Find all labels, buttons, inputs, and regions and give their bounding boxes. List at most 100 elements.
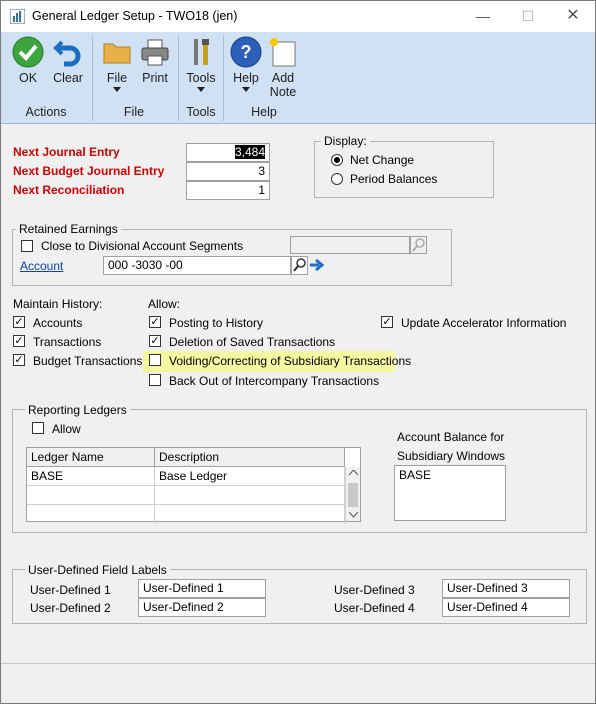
period-balances-radio[interactable] [331,173,343,185]
backout-label: Back Out of Intercompany Transactions [169,374,380,388]
app-icon [10,9,25,24]
ok-button[interactable]: OK [11,36,45,94]
history-budget-checkbox[interactable]: ✓ [13,354,25,366]
print-button[interactable]: Print [138,36,172,94]
description-cell[interactable]: Base Ledger [155,467,345,486]
folder-icon [103,43,131,64]
ledger-name-cell[interactable] [27,486,155,505]
update-accelerator-checkbox[interactable]: ✓ [381,316,393,328]
next-recon-field[interactable]: 1 [186,181,270,200]
grid-scrollbar[interactable] [345,467,360,521]
udf-3-label: User-Defined 3 [334,583,415,597]
description-cell[interactable] [155,505,345,524]
account-balance-caption-2: Subsidiary Windows [397,449,506,463]
group-label-actions: Actions [25,105,67,119]
segment-field [290,236,410,254]
checkmark-icon [12,36,44,68]
scroll-down-icon[interactable] [349,512,358,518]
history-transactions-checkbox[interactable]: ✓ [13,335,25,347]
expansion-arrow-button[interactable] [308,256,325,275]
reporting-allow-label: Allow [52,422,81,436]
voiding-label: Voiding/Correcting of Subsidiary Transac… [169,354,412,368]
add-note-button[interactable]: Add Note [266,36,300,99]
right-arrow-icon [310,258,325,272]
next-budget-field[interactable]: 3 [186,162,270,181]
udf-1-field[interactable]: User-Defined 1 [138,579,266,598]
ribbon: OK Clear File Print Tools ? Help Add Not… [1,32,595,124]
tools-button[interactable]: Tools [184,36,218,94]
display-caption: Display: [321,134,370,148]
ledger-name-header[interactable]: Ledger Name [27,448,155,467]
account-field[interactable]: 000 -3030 -00 [103,256,291,275]
account-balance-caption-1: Account Balance for [397,430,505,444]
ribbon-separator [178,35,179,121]
tools-icon [194,39,209,65]
svg-text:?: ? [241,42,252,62]
close-divisional-checkbox[interactable] [21,240,33,252]
next-journal-label: Next Journal Entry [13,145,120,159]
ledger-name-cell[interactable]: BASE [27,467,155,486]
printer-icon [141,39,169,66]
history-accounts-checkbox[interactable]: ✓ [13,316,25,328]
account-link[interactable]: Account [20,259,63,273]
deletion-saved-checkbox[interactable]: ✓ [149,335,161,347]
undo-arrow-icon [53,40,81,67]
ledger-name-cell[interactable] [27,505,155,524]
group-label-file: File [123,105,145,119]
status-bar [1,663,595,703]
clear-button[interactable]: Clear [52,36,84,94]
next-budget-label: Next Budget Journal Entry [13,164,165,178]
account-lookup-button[interactable] [291,256,308,275]
posting-history-checkbox[interactable]: ✓ [149,316,161,328]
dropdown-arrow-icon [113,87,121,92]
retained-earnings-caption: Retained Earnings [16,222,121,236]
history-budget-label: Budget Transactions [33,354,143,368]
segment-lookup-button [410,236,427,254]
net-change-radio[interactable] [331,154,343,166]
udf-4-field[interactable]: User-Defined 4 [442,598,570,617]
window-title: General Ledger Setup - TWO18 (jen) [32,9,238,23]
udf-2-label: User-Defined 2 [30,601,111,615]
close-divisional-label: Close to Divisional Account Segments [41,239,244,253]
scroll-up-icon[interactable] [349,470,358,476]
file-button[interactable]: File [101,36,133,94]
reporting-ledgers-caption: Reporting Ledgers [25,403,130,417]
group-label-tools: Tools [186,105,216,119]
deletion-saved-label: Deletion of Saved Transactions [169,335,336,349]
description-header[interactable]: Description [155,448,345,467]
lookup-icon [412,238,425,252]
display-frame [314,141,494,198]
udf-caption: User-Defined Field Labels [25,563,170,577]
window: General Ledger Setup - TWO18 (jen) — ☐ ✕… [0,0,596,704]
net-change-label: Net Change [350,153,415,167]
allow-caption: Allow: [148,297,181,311]
account-balance-list[interactable]: BASE [394,465,506,521]
reporting-allow-checkbox[interactable] [32,422,44,434]
dropdown-arrow-icon [242,87,250,92]
maintain-history-caption: Maintain History: [13,297,103,311]
account-balance-item[interactable]: BASE [399,468,431,482]
scroll-thumb[interactable] [348,483,358,507]
period-balances-label: Period Balances [350,172,438,186]
udf-3-field[interactable]: User-Defined 3 [442,579,570,598]
backout-checkbox[interactable] [149,374,161,386]
udf-2-field[interactable]: User-Defined 2 [138,598,266,617]
next-recon-label: Next Reconciliation [13,183,125,197]
description-cell[interactable] [155,486,345,505]
help-button[interactable]: ? Help [229,36,263,94]
maximize-icon[interactable]: ☐ [518,6,538,26]
dropdown-arrow-icon [197,87,205,92]
lookup-icon [293,258,306,272]
note-icon [269,38,296,67]
history-transactions-label: Transactions [33,335,102,349]
udf-1-label: User-Defined 1 [30,583,111,597]
minimize-icon[interactable]: — [473,6,493,26]
history-accounts-label: Accounts [33,316,83,330]
ribbon-separator [223,35,224,121]
help-icon: ? [230,36,262,68]
next-journal-field[interactable]: 3,484 [186,143,270,162]
close-icon[interactable]: ✕ [563,6,583,26]
posting-history-label: Posting to History [169,316,264,330]
voiding-checkbox[interactable] [149,354,161,366]
ledger-grid: Ledger Name Description BASE Base Ledger [26,447,361,524]
